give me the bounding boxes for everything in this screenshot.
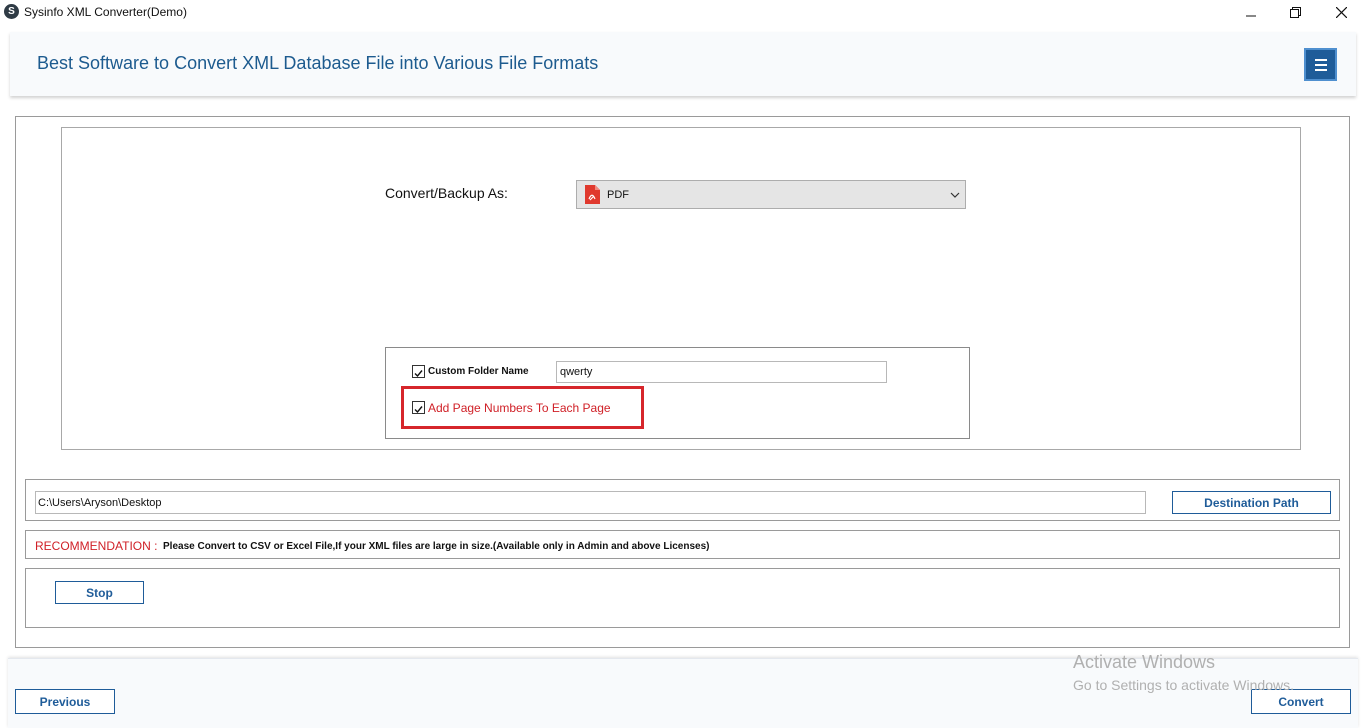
hamburger-menu-icon (1314, 58, 1327, 61)
previous-button[interactable]: Previous (15, 689, 115, 714)
minimize-button[interactable] (1228, 0, 1274, 24)
stop-button[interactable]: Stop (55, 581, 144, 604)
close-icon (1335, 6, 1347, 18)
window-title: Sysinfo XML Converter(Demo) (24, 5, 187, 19)
header-title: Best Software to Convert XML Database Fi… (37, 53, 599, 73)
pdf-icon (585, 185, 600, 204)
recommendation-text: Please Convert to CSV or Excel File,If y… (163, 541, 710, 552)
format-dropdown[interactable]: PDF (576, 180, 966, 209)
restore-icon (1289, 6, 1301, 18)
page-numbers-checkbox[interactable] (412, 401, 425, 414)
custom-folder-label: Custom Folder Name (428, 366, 529, 377)
chevron-down-icon (950, 192, 960, 198)
restore-button[interactable] (1272, 0, 1318, 24)
sysinfo-logo-icon: S (4, 4, 19, 19)
checkmark-icon (414, 370, 423, 378)
close-button[interactable] (1318, 0, 1364, 24)
recommendation-label: RECOMMENDATION : (35, 539, 158, 553)
page-numbers-label: Add Page Numbers To Each Page (428, 401, 611, 415)
custom-folder-checkbox[interactable] (412, 365, 425, 378)
activate-windows-subtitle: Go to Settings to activate Windows. (1073, 677, 1294, 693)
header-bar: Best Software to Convert XML Database Fi… (10, 32, 1356, 96)
custom-folder-input[interactable] (556, 361, 887, 383)
destination-path-input[interactable] (35, 491, 1146, 514)
activate-windows-title: Activate Windows (1073, 652, 1216, 672)
checkmark-icon (414, 406, 423, 414)
convert-as-label: Convert/Backup As: (385, 185, 508, 201)
format-selected-value: PDF (607, 189, 629, 201)
progress-box (25, 568, 1340, 628)
title-bar: S Sysinfo XML Converter(Demo) (0, 0, 1366, 24)
hamburger-menu-button[interactable] (1304, 48, 1337, 81)
destination-path-button[interactable]: Destination Path (1172, 491, 1331, 514)
minimize-icon (1246, 15, 1256, 17)
